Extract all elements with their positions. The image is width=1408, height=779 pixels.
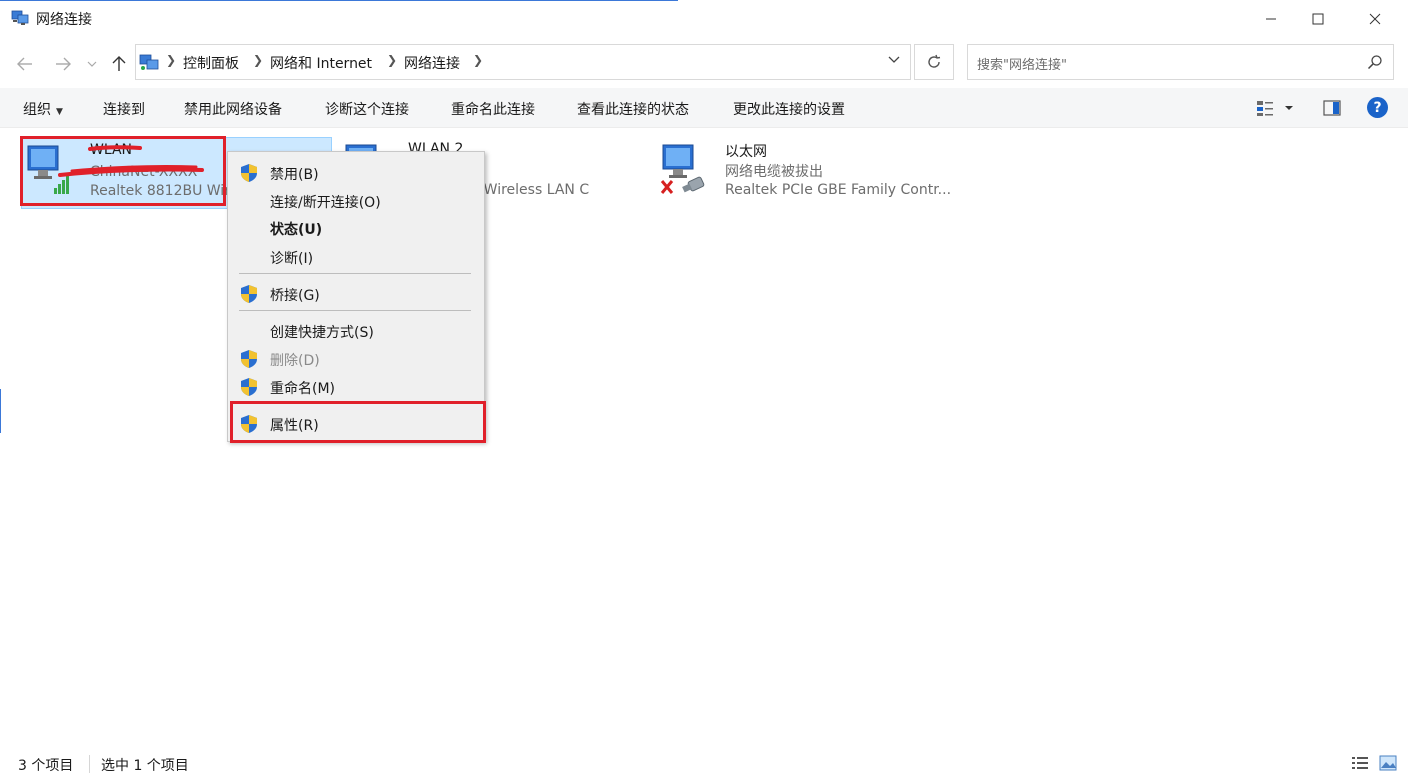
menu-item-create-shortcut[interactable]: 创建快捷方式(S) (228, 317, 484, 343)
connection-name: 以太网 (725, 144, 767, 160)
menu-item-label: 诊断(I) (270, 251, 314, 267)
diagnose-button[interactable]: 诊断这个连接 (325, 99, 409, 119)
chevron-down-icon (87, 61, 97, 67)
search-icon[interactable] (1367, 54, 1383, 70)
breadcrumb-separator-icon: ❯ (253, 53, 264, 67)
connection-status: 网络电缆被拔出 (725, 164, 823, 180)
breadcrumb-separator-icon: ❯ (166, 53, 177, 67)
item-count: 3 个项目 (18, 758, 74, 774)
menu-item-delete: 删除(D) (228, 345, 484, 371)
title-bar: 网络连接 (0, 0, 1408, 38)
address-bar[interactable]: ❯ 控制面板 ❯ 网络和 Internet ❯ 网络连接 ❯ (135, 44, 911, 80)
menu-separator (239, 273, 471, 274)
menu-item-label: 状态(U) (270, 222, 323, 238)
menu-item-rename[interactable]: 重命名(M) (228, 373, 484, 399)
recent-locations-button[interactable] (82, 52, 102, 76)
refresh-icon (928, 54, 941, 68)
control-panel-icon (139, 54, 159, 70)
help-icon[interactable]: ? (1367, 97, 1388, 118)
menu-item-status[interactable]: 状态(U) (228, 214, 484, 240)
network-connections-icon (11, 10, 29, 25)
menu-item-disable[interactable]: 禁用(B) (228, 159, 484, 185)
menu-item-label: 创建快捷方式(S) (270, 325, 374, 341)
refresh-button[interactable] (914, 44, 954, 80)
left-edge-marker (0, 389, 1, 433)
uac-shield-icon (241, 164, 257, 182)
preview-pane-icon[interactable] (1322, 98, 1342, 118)
menu-item-connect-disconnect[interactable]: 连接/断开连接(O) (228, 187, 484, 213)
caret-down-icon: ▼ (56, 107, 63, 117)
forward-button[interactable] (51, 52, 75, 76)
search-box[interactable]: 搜索"网络连接" (967, 44, 1394, 80)
up-button[interactable] (107, 52, 131, 76)
view-options-dropdown-icon[interactable] (1283, 98, 1295, 118)
up-arrow-icon (112, 56, 126, 71)
context-menu: 禁用(B) 连接/断开连接(O) 状态(U) 诊断(I) 桥接(G) 创建快捷方… (227, 151, 485, 442)
breadcrumb-network-internet[interactable]: 网络和 Internet (270, 53, 372, 73)
back-arrow-icon (17, 57, 32, 71)
menu-item-label: 重命名(M) (270, 381, 336, 397)
status-bar: 3 个项目 选中 1 个项目 (0, 746, 1408, 779)
disable-device-button[interactable]: 禁用此网络设备 (184, 99, 282, 119)
menu-item-label: 禁用(B) (270, 167, 319, 183)
search-input[interactable]: 搜索"网络连接" (977, 54, 1067, 73)
chevron-down-icon (888, 56, 900, 63)
highlight-box-wlan (20, 136, 226, 206)
navigation-bar: ❯ 控制面板 ❯ 网络和 Internet ❯ 网络连接 ❯ 搜索"网络连接" (0, 38, 1408, 88)
menu-item-diagnose[interactable]: 诊断(I) (228, 243, 484, 269)
large-icons-view-icon[interactable] (1379, 755, 1397, 771)
selected-count: 选中 1 个项目 (101, 758, 189, 774)
connection-device: Realtek PCIe GBE Family Contr... (725, 182, 952, 198)
ethernet-network-icon (660, 144, 705, 194)
uac-shield-icon (241, 285, 257, 303)
minimize-icon (1266, 18, 1276, 20)
uac-shield-icon (241, 350, 257, 368)
rename-button[interactable]: 重命名此连接 (451, 99, 535, 119)
status-separator (89, 755, 90, 773)
breadcrumb-control-panel[interactable]: 控制面板 (183, 53, 239, 73)
menu-item-label: 连接/断开连接(O) (270, 195, 381, 211)
connection-item-ethernet[interactable]: 以太网 网络电缆被拔出 Realtek PCIe GBE Family Cont… (657, 137, 967, 209)
breadcrumb-separator-icon: ❯ (473, 53, 484, 67)
menu-item-label: 桥接(G) (270, 288, 320, 304)
highlight-box-properties (230, 401, 486, 443)
address-dropdown-button[interactable] (888, 53, 900, 67)
connect-to-button[interactable]: 连接到 (103, 99, 145, 119)
forward-arrow-icon (56, 57, 71, 71)
organize-label: 组织 (23, 102, 51, 118)
organize-menu[interactable]: 组织 ▼ (23, 99, 63, 119)
uac-shield-icon (241, 378, 257, 396)
close-button[interactable] (1352, 0, 1398, 38)
window-title: 网络连接 (36, 12, 92, 28)
change-settings-button[interactable]: 更改此连接的设置 (733, 99, 845, 119)
view-status-button[interactable]: 查看此连接的状态 (577, 99, 689, 119)
minimize-button[interactable] (1248, 0, 1294, 38)
change-view-icon[interactable] (1255, 98, 1275, 118)
breadcrumb-network-connections[interactable]: 网络连接 (404, 53, 460, 73)
maximize-button[interactable] (1295, 0, 1341, 38)
menu-separator (239, 310, 471, 311)
close-icon (1369, 13, 1381, 25)
menu-item-label: 删除(D) (270, 353, 320, 369)
command-bar: 组织 ▼ 连接到 禁用此网络设备 诊断这个连接 重命名此连接 查看此连接的状态 更… (0, 88, 1408, 128)
connections-list (0, 129, 1408, 746)
maximize-icon (1312, 13, 1324, 25)
back-button[interactable] (13, 52, 37, 76)
breadcrumb-separator-icon: ❯ (387, 53, 398, 67)
menu-item-bridge[interactable]: 桥接(G) (228, 280, 484, 306)
details-view-icon[interactable] (1351, 755, 1369, 771)
accent-line (0, 0, 678, 1)
